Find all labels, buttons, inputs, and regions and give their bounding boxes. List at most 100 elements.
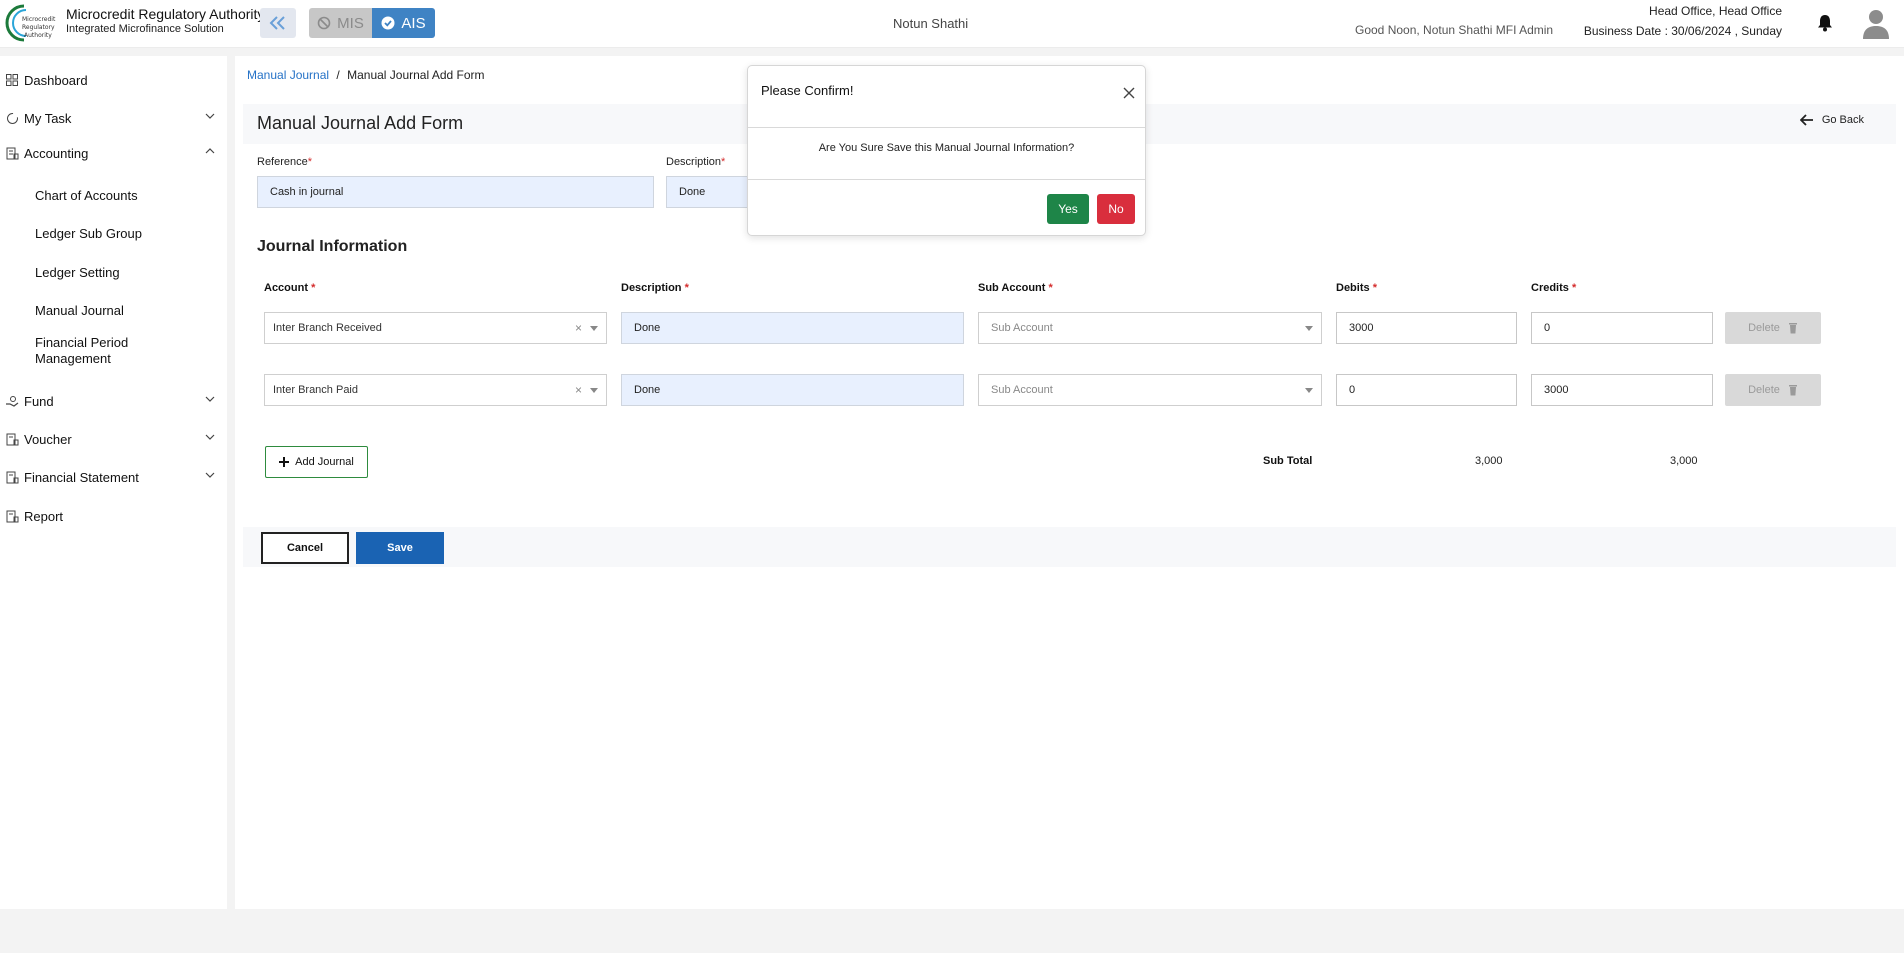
- trash-icon: [1788, 323, 1797, 334]
- sidebar-item-financial-statement[interactable]: Financial Statement: [0, 465, 227, 489]
- delete-label: Delete: [1748, 384, 1780, 396]
- chevron-down-icon: [205, 396, 215, 402]
- confirm-dialog: Please Confirm! Are You Sure Save this M…: [747, 65, 1146, 236]
- business-date: Business Date : 30/06/2024 , Sunday: [1583, 24, 1782, 38]
- sidebar-item-ledger-setting[interactable]: Ledger Setting: [35, 265, 120, 281]
- sidebar-item-report[interactable]: Report: [0, 504, 227, 528]
- row-description-input[interactable]: Done: [621, 312, 964, 344]
- mfi-name: Notun Shathi: [893, 16, 969, 31]
- user-avatar-button[interactable]: [1862, 8, 1890, 45]
- dialog-divider: [748, 179, 1145, 180]
- cancel-button[interactable]: Cancel: [261, 532, 349, 564]
- caret-down-icon: [1305, 326, 1313, 331]
- chevron-up-icon: [205, 148, 215, 154]
- journal-section-title: Journal Information: [257, 238, 408, 255]
- org-subtitle: Integrated Microfinance Solution: [66, 23, 224, 35]
- trash-icon: [1788, 385, 1797, 396]
- sidebar-label-voucher: Voucher: [24, 431, 72, 447]
- sidebar-item-chart-of-accounts[interactable]: Chart of Accounts: [35, 188, 138, 204]
- statement-icon: [0, 471, 24, 484]
- sub-account-placeholder: Sub Account: [991, 322, 1053, 334]
- reference-input[interactable]: Cash in journal: [257, 176, 654, 208]
- voucher-icon: [0, 433, 24, 446]
- account-select-value: Inter Branch Paid: [273, 384, 358, 396]
- svg-text:Regulatory: Regulatory: [22, 24, 55, 31]
- credit-input[interactable]: 3000: [1531, 374, 1713, 406]
- user-avatar-icon: [1863, 10, 1889, 39]
- breadcrumb-link-manual-journal[interactable]: Manual Journal: [247, 68, 329, 82]
- dialog-close-button[interactable]: [1123, 86, 1135, 104]
- account-select[interactable]: Inter Branch Received ×: [264, 312, 607, 344]
- sidebar-item-my-task[interactable]: My Task: [0, 106, 227, 130]
- description-label: Description*: [666, 156, 726, 168]
- sidebar-item-fund[interactable]: Fund: [0, 389, 227, 413]
- collapse-sidebar-button[interactable]: [260, 8, 296, 38]
- credit-input[interactable]: 0: [1531, 312, 1713, 344]
- sub-total-credit: 3,000: [1670, 455, 1698, 467]
- chevron-down-icon: [205, 472, 215, 478]
- debit-input[interactable]: 0: [1336, 374, 1517, 406]
- sub-account-select[interactable]: Sub Account: [978, 374, 1322, 406]
- clear-icon[interactable]: ×: [575, 383, 582, 397]
- sidebar-label-my-task: My Task: [24, 110, 72, 126]
- sidebar-label-accounting: Accounting: [24, 145, 89, 161]
- clear-icon[interactable]: ×: [575, 321, 582, 335]
- double-chevron-left-icon: [269, 16, 285, 30]
- ais-mode-button[interactable]: AIS: [372, 8, 435, 38]
- go-back-button[interactable]: Go Back: [1799, 114, 1864, 126]
- ban-icon: [317, 16, 331, 30]
- hand-money-icon: [0, 395, 24, 407]
- add-journal-label: Add Journal: [295, 456, 354, 468]
- yes-button[interactable]: Yes: [1047, 194, 1089, 224]
- mis-label: MIS: [337, 14, 364, 32]
- column-header-debits: Debits *: [1336, 282, 1377, 294]
- financial-period-label-line1: Financial Period: [35, 335, 129, 350]
- sub-total-label: Sub Total: [1263, 455, 1313, 467]
- account-select-value: Inter Branch Received: [273, 322, 382, 334]
- debit-input[interactable]: 3000: [1336, 312, 1517, 344]
- go-back-label: Go Back: [1821, 114, 1864, 126]
- caret-down-icon: [590, 326, 598, 331]
- sidebar-label-report: Report: [24, 508, 64, 524]
- delete-row-button[interactable]: Delete: [1725, 312, 1821, 344]
- row-description-input[interactable]: Done: [621, 374, 964, 406]
- branch-name: Head Office, Head Office: [1649, 4, 1782, 18]
- refresh-icon: [0, 112, 24, 125]
- notification-bell-button[interactable]: [1817, 14, 1833, 37]
- column-header-account: Account *: [264, 282, 316, 294]
- sub-account-placeholder: Sub Account: [991, 384, 1053, 396]
- arrow-left-icon: [1799, 114, 1813, 126]
- no-button[interactable]: No: [1097, 194, 1135, 224]
- sidebar-item-financial-period-management[interactable]: Financial Period Management: [35, 335, 128, 367]
- save-button[interactable]: Save: [356, 532, 444, 564]
- sidebar: Dashboard My Task Accounting Chart of Ac…: [0, 56, 227, 909]
- mis-mode-button[interactable]: MIS: [309, 8, 372, 38]
- breadcrumb-current: Manual Journal Add Form: [347, 68, 485, 82]
- column-header-credits: Credits *: [1531, 282, 1577, 294]
- plus-icon: [279, 457, 290, 467]
- page-title: Manual Journal Add Form: [257, 113, 464, 133]
- report-icon: [0, 510, 24, 523]
- add-journal-button[interactable]: Add Journal: [265, 446, 368, 478]
- financial-period-label-line2: Management: [35, 351, 111, 366]
- sidebar-item-manual-journal[interactable]: Manual Journal: [35, 303, 124, 319]
- chevron-down-icon: [205, 113, 215, 119]
- org-name: Microcredit Regulatory Authority: [66, 6, 265, 22]
- account-select[interactable]: Inter Branch Paid ×: [264, 374, 607, 406]
- sidebar-item-dashboard[interactable]: Dashboard: [0, 68, 227, 92]
- grid-icon: [0, 74, 24, 86]
- breadcrumb: Manual Journal / Manual Journal Add Form: [247, 68, 485, 82]
- dialog-title: Please Confirm!: [761, 83, 854, 98]
- column-header-description: Description *: [621, 282, 689, 294]
- form-actions-bar: [243, 527, 1896, 567]
- top-header: Microcredit Regulatory Authority Microcr…: [0, 0, 1904, 48]
- check-circle-icon: [381, 16, 395, 30]
- svg-text:Authority: Authority: [24, 32, 52, 39]
- greeting-text: Good Noon, Notun Shathi MFI Admin: [1355, 23, 1554, 37]
- sidebar-item-ledger-sub-group[interactable]: Ledger Sub Group: [35, 226, 142, 242]
- sidebar-item-accounting[interactable]: Accounting: [0, 141, 227, 165]
- svg-text:Microcredit: Microcredit: [22, 16, 56, 23]
- sub-account-select[interactable]: Sub Account: [978, 312, 1322, 344]
- delete-row-button[interactable]: Delete: [1725, 374, 1821, 406]
- sidebar-item-voucher[interactable]: Voucher: [0, 427, 227, 451]
